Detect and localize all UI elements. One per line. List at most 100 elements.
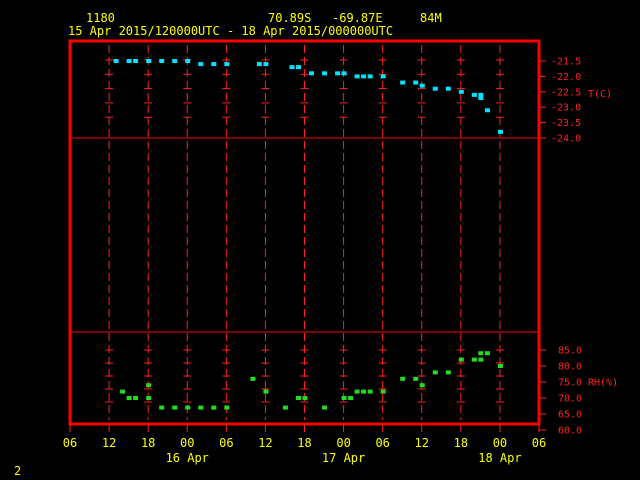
temperature-tick-label: -21.5 [551,57,581,68]
humidity-point [159,405,165,410]
humidity-point [478,357,484,362]
station-id: 1180 [86,11,115,25]
x-day-label: 18 Apr [478,451,521,465]
temperature-point [445,86,451,91]
temperature-point [419,83,425,88]
temperature-tick-label: -23.5 [551,118,581,129]
humidity-point [295,396,301,400]
x-tick-label: 18 [454,436,468,450]
humidity-point [146,383,152,388]
x-day-label: 16 Apr [166,451,209,465]
temperature-point [400,80,406,85]
temperature-point [484,108,490,113]
station-longitude: -69.87E [332,11,383,25]
humidity-point [361,389,367,394]
temperature-point [367,74,373,79]
temperature-point [478,95,484,100]
temperature-point [185,59,191,63]
background [0,0,640,480]
humidity-point [471,357,477,362]
humidity-point [185,405,191,410]
humidity-axis-label: RH(%) [588,378,618,389]
temperature-point [354,74,360,79]
humidity-point [367,389,373,394]
temperature-tick-label: -22.5 [551,87,581,98]
temperature-point [380,74,386,79]
humidity-tick-label: 75.0 [558,378,582,389]
humidity-point [172,405,178,410]
temperature-point [458,89,464,94]
temperature-point [322,71,328,76]
humidity-point [413,376,419,381]
humidity-point [380,389,386,394]
temperature-point [497,129,503,134]
humidity-point [497,364,503,368]
humidity-point [458,357,464,362]
temperature-point [309,71,315,76]
temperature-point [471,92,477,97]
temperature-point [198,62,204,67]
temperature-point [159,59,165,63]
temperature-tick-label: -24.0 [551,134,581,145]
humidity-point [354,389,360,394]
temperature-point [113,59,119,63]
temperature-point [361,74,367,79]
temperature-point [413,80,419,85]
humidity-point [224,405,230,410]
temperature-point [256,62,262,67]
temperature-point [263,62,269,67]
station-latitude: 70.89S [268,11,311,25]
humidity-tick-label: 65.0 [558,410,582,421]
humidity-point [419,383,425,388]
x-tick-label: 18 [297,436,311,450]
humidity-point [120,389,126,394]
temperature-point [335,71,341,76]
humidity-point [445,370,451,375]
x-tick-label: 00 [180,436,194,450]
humidity-point [484,351,490,356]
temperature-point [224,62,230,67]
x-tick-label: 12 [102,436,116,450]
humidity-point [478,351,484,356]
temperature-tick-label: -22.0 [551,72,581,83]
time-range: 15 Apr 2015/120000UTC - 18 Apr 2015/0000… [68,24,393,38]
x-tick-label: 06 [375,436,389,450]
x-tick-label: 06 [63,436,77,450]
humidity-point [282,405,288,410]
humidity-point [432,370,438,375]
temperature-point [341,71,347,76]
humidity-point [211,405,217,410]
humidity-point [126,396,132,400]
temperature-point [211,62,217,67]
temperature-point [289,65,295,70]
temperature-tick-label: -23.0 [551,103,581,114]
temperature-point [133,59,139,63]
humidity-point [302,396,308,400]
humidity-point [198,405,204,410]
humidity-point [133,396,139,400]
temperature-point [432,86,438,91]
humidity-point [322,405,328,410]
humidity-tick-label: 70.0 [558,394,582,405]
station-elevation: 84M [420,11,442,25]
x-tick-label: 06 [532,436,546,450]
humidity-point [400,376,406,381]
humidity-point [263,389,269,394]
page-number: 2 [14,464,22,478]
meteogram-chart: 1180 70.89S -69.87E 84M 15 Apr 2015/1200… [0,0,640,480]
x-tick-label: 00 [336,436,350,450]
x-tick-label: 06 [219,436,233,450]
humidity-point [250,376,256,381]
humidity-point [341,396,347,400]
temperature-point [146,59,152,63]
temperature-axis-label: T(C) [588,89,612,100]
x-tick-label: 12 [258,436,272,450]
x-tick-label: 00 [493,436,507,450]
temperature-point [126,59,132,63]
humidity-point [348,396,354,400]
humidity-tick-label: 60.0 [558,426,582,437]
humidity-tick-label: 80.0 [558,362,582,373]
x-tick-label: 12 [415,436,429,450]
temperature-point [295,65,301,70]
x-tick-label: 18 [141,436,155,450]
